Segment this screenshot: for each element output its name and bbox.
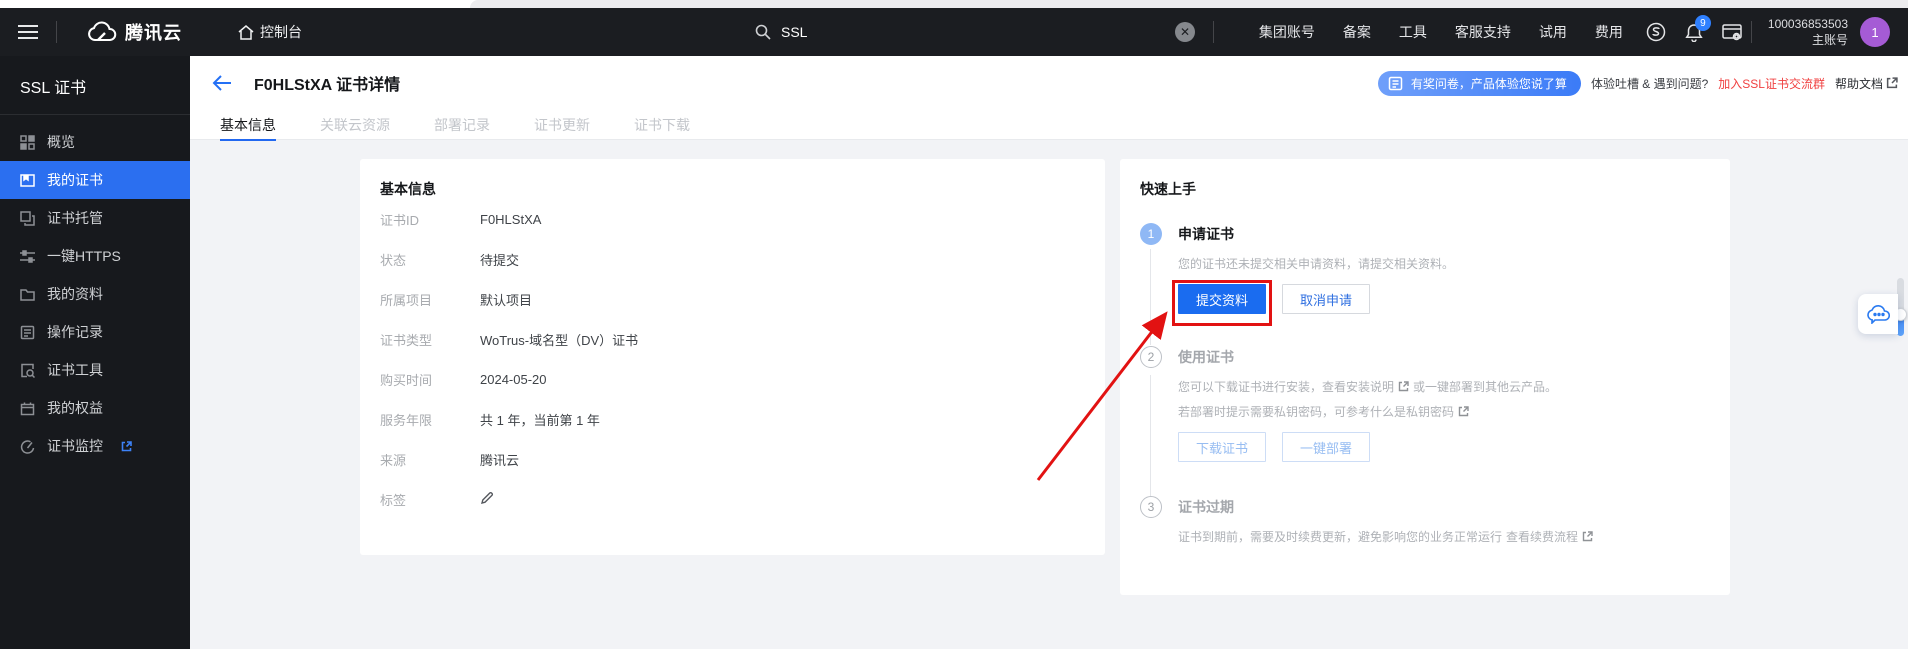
sliders-icon (20, 249, 35, 264)
external-link-icon[interactable] (1582, 531, 1593, 542)
field-purchase-time: 购买时间 2024-05-20 (380, 359, 1085, 399)
external-link-icon[interactable] (1398, 381, 1409, 392)
sidebar-item-operation-log[interactable]: 操作记录 (0, 313, 190, 351)
gauge-icon (20, 439, 35, 454)
quick-start-card: 快速上手 1 申请证书 您的证书还未提交相关申请资料，请提交相关资料。 提交资料… (1120, 159, 1730, 595)
promo-circle-icon[interactable] (1637, 8, 1675, 56)
survey-banner[interactable]: 有奖问卷，产品体验您说了算 (1378, 71, 1581, 96)
feedback-text: 体验吐槽 & 遇到问题? (1591, 75, 1708, 92)
brand-text: 腾讯云 (125, 19, 182, 45)
card-title: 快速上手 (1140, 179, 1710, 199)
renewal-process-link[interactable]: 查看续费流程 (1506, 528, 1578, 545)
sidebar-item-cert-hosting[interactable]: 证书托管 (0, 199, 190, 237)
page-header: F0HLStXA 证书详情 有奖问卷，产品体验您说了算 体验吐槽 & 遇到问题?… (190, 56, 1908, 110)
nav-item-group-account[interactable]: 集团账号 (1245, 22, 1329, 42)
search-clear-icon[interactable]: ✕ (1175, 22, 1195, 42)
sidebar-item-my-profile[interactable]: 我的资料 (0, 275, 190, 313)
search-input[interactable] (781, 24, 1111, 40)
tencent-cloud-console: 腾讯云 控制台 ✕ 集团账号 备案 工具 客服支持 试用 费用 (0, 0, 1908, 649)
sidebar-item-one-click-https[interactable]: 一键HTTPS (0, 237, 190, 275)
external-link-icon[interactable] (1458, 406, 1469, 417)
account-type: 主账号 (1768, 32, 1848, 48)
cloud-logo-icon (87, 21, 117, 43)
sidebar-item-cert-tools[interactable]: 证书工具 (0, 351, 190, 389)
nav-item-icp[interactable]: 备案 (1329, 22, 1385, 42)
page-title: F0HLStXA 证书详情 (254, 71, 400, 95)
field-source: 来源 腾讯云 (380, 439, 1085, 479)
navbar-divider (1213, 21, 1214, 43)
notification-badge: 9 (1695, 15, 1711, 31)
global-search[interactable] (755, 8, 1111, 56)
survey-clipboard-icon (1388, 76, 1403, 91)
navbar-divider (56, 21, 57, 43)
menu-icon[interactable] (0, 8, 56, 56)
edit-tag-pencil-icon[interactable] (480, 491, 494, 505)
sidebar-item-overview[interactable]: 概览 (0, 123, 190, 161)
step-apply-cert: 1 申请证书 您的证书还未提交相关申请资料，请提交相关资料。 提交资料 取消申请 (1140, 223, 1710, 314)
nav-item-trial[interactable]: 试用 (1525, 22, 1581, 42)
tab-cert-download[interactable]: 证书下载 (634, 110, 690, 140)
home-icon (238, 25, 254, 40)
field-project: 所属项目 默认项目 (380, 279, 1085, 319)
sidebar-title: SSL 证书 (0, 56, 190, 114)
tab-cert-renewal[interactable]: 证书更新 (534, 110, 590, 140)
nav-item-support[interactable]: 客服支持 (1441, 22, 1525, 42)
download-cert-button[interactable]: 下载证书 (1178, 432, 1266, 462)
folder-icon (20, 287, 35, 302)
step-number: 1 (1140, 223, 1162, 245)
document-lines-icon (20, 325, 35, 340)
avatar[interactable]: 1 (1860, 17, 1890, 47)
nav-item-tools[interactable]: 工具 (1385, 22, 1441, 42)
field-cert-id: 证书ID F0HLStXA (380, 199, 1085, 239)
account-id: 100036853503 (1768, 16, 1848, 32)
sidebar: SSL 证书 概览 我的证书 证书托管 一键HTTPS 我的资料 (0, 56, 190, 649)
step-number: 3 (1140, 496, 1162, 518)
navbar-divider (1751, 21, 1752, 43)
doc-search-icon (20, 363, 35, 378)
certificate-icon (20, 173, 35, 188)
external-link-icon (121, 441, 132, 452)
satisfaction-gauge[interactable] (1897, 278, 1904, 336)
overview-grid-icon (20, 135, 35, 150)
tab-deploy-records[interactable]: 部署记录 (434, 110, 490, 140)
tencent-cloud-logo[interactable]: 腾讯云 (87, 19, 182, 45)
notification-bell-icon[interactable]: 9 (1675, 8, 1713, 56)
step-cert-expiry: 3 证书过期 证书到期前，需要及时续费更新，避免影响您的业务正常运行 查看续费流… (1140, 496, 1710, 545)
sidebar-item-my-benefits[interactable]: 我的权益 (0, 389, 190, 427)
account-info[interactable]: 100036853503 主账号 (1768, 16, 1848, 48)
step-use-cert: 2 使用证书 您可以下载证书进行安装，查看安装说明 或一键部署到其他云产品。 若… (1140, 346, 1710, 462)
help-doc-link[interactable]: 帮助文档 (1835, 75, 1898, 92)
back-button[interactable] (212, 74, 232, 92)
field-tags: 标签 (380, 479, 1085, 519)
field-status: 状态 待提交 (380, 239, 1085, 279)
external-link-icon (1886, 77, 1898, 89)
benefits-box-icon (20, 401, 35, 416)
field-cert-type: 证书类型 WoTrus-域名型（DV）证书 (380, 319, 1085, 359)
nav-item-billing[interactable]: 费用 (1581, 22, 1637, 42)
detail-tabs: 基本信息 关联云资源 部署记录 证书更新 证书下载 (190, 110, 1908, 140)
console-link[interactable]: 控制台 (238, 22, 302, 42)
one-click-deploy-button[interactable]: 一键部署 (1282, 432, 1370, 462)
basic-info-card: 基本信息 证书ID F0HLStXA 状态 待提交 所属项目 默认项目 证书类型… (360, 159, 1105, 555)
browser-chrome-fragment (470, 0, 1908, 8)
hosting-icon (20, 211, 35, 226)
sidebar-item-cert-monitor[interactable]: 证书监控 (0, 427, 190, 465)
cancel-application-button[interactable]: 取消申请 (1282, 284, 1370, 314)
console-settings-icon[interactable] (1713, 8, 1751, 56)
feedback-cloud-icon[interactable] (1858, 294, 1898, 334)
tab-associated-resources[interactable]: 关联云资源 (320, 110, 390, 140)
top-navbar: 腾讯云 控制台 ✕ 集团账号 备案 工具 客服支持 试用 费用 (0, 8, 1908, 56)
card-title: 基本信息 (380, 179, 1085, 199)
feedback-float-widget (1852, 278, 1908, 340)
join-ssl-group-link[interactable]: 加入SSL证书交流群 (1718, 75, 1825, 92)
step-number: 2 (1140, 346, 1162, 368)
sidebar-item-my-certificates[interactable]: 我的证书 (0, 161, 190, 199)
browser-top-strip (0, 0, 1908, 8)
submit-materials-button[interactable]: 提交资料 (1178, 284, 1266, 314)
field-service-years: 服务年限 共 1 年，当前第 1 年 (380, 399, 1085, 439)
search-icon (755, 24, 771, 40)
tab-basic-info[interactable]: 基本信息 (220, 110, 276, 140)
